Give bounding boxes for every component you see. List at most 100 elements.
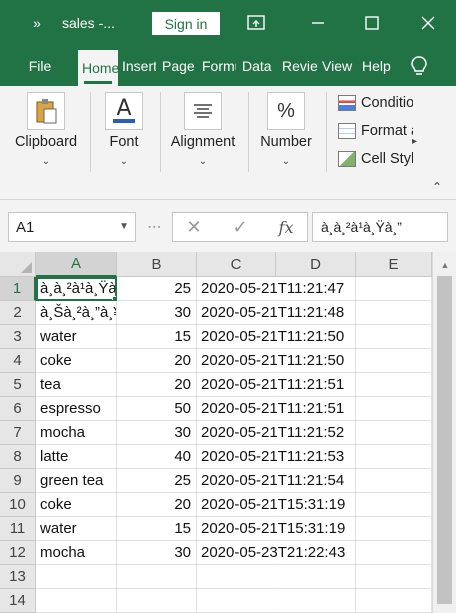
cell-a8[interactable]: latte bbox=[36, 445, 117, 469]
cell-a11[interactable]: water bbox=[36, 517, 117, 541]
cell-a4[interactable]: coke bbox=[36, 349, 117, 373]
row-header[interactable]: 2 bbox=[0, 301, 36, 325]
cell-a14[interactable] bbox=[36, 589, 117, 613]
row-header[interactable]: 13 bbox=[0, 565, 36, 589]
tab-view[interactable]: View bbox=[320, 46, 358, 86]
cell-c14[interactable] bbox=[197, 589, 276, 613]
tab-home[interactable]: Home bbox=[78, 50, 118, 86]
cell-e14[interactable] bbox=[356, 589, 432, 613]
row-header[interactable]: 14 bbox=[0, 589, 36, 613]
cell-c8[interactable]: 2020-05-21T11:21:53 bbox=[197, 445, 344, 469]
cancel-icon[interactable]: ✕ bbox=[179, 213, 209, 241]
row-header[interactable]: 6 bbox=[0, 397, 36, 421]
cell-a9[interactable]: green tea bbox=[36, 469, 117, 493]
cell-c1[interactable]: 2020-05-21T11:21:47 bbox=[197, 277, 344, 301]
font-group[interactable]: A Font ⌄ bbox=[96, 86, 152, 196]
cell-e10[interactable] bbox=[356, 493, 432, 517]
scroll-up-icon[interactable]: ▲ bbox=[433, 258, 456, 272]
worksheet-grid[interactable]: A B C D E 1à¸à¸²à¹à¸Ÿà¸”252020-05-21T11:… bbox=[0, 252, 456, 613]
format-as-table-button[interactable]: Format as Table bbox=[338, 120, 413, 142]
cell-b8[interactable]: 40 bbox=[117, 445, 197, 469]
cell-a7[interactable]: mocha bbox=[36, 421, 117, 445]
cell-c6[interactable]: 2020-05-21T11:21:51 bbox=[197, 397, 344, 421]
conditional-formatting-button[interactable]: Conditional Formatting bbox=[338, 92, 413, 114]
row-header[interactable]: 10 bbox=[0, 493, 36, 517]
row-header[interactable]: 9 bbox=[0, 469, 36, 493]
close-icon[interactable] bbox=[408, 0, 448, 46]
column-header-d[interactable]: D bbox=[276, 252, 356, 277]
cell-c2[interactable]: 2020-05-21T11:21:48 bbox=[197, 301, 344, 325]
cell-e2[interactable] bbox=[356, 301, 432, 325]
cell-c5[interactable]: 2020-05-21T11:21:51 bbox=[197, 373, 344, 397]
cell-a6[interactable]: espresso bbox=[36, 397, 117, 421]
tab-help[interactable]: Help bbox=[360, 46, 398, 86]
cell-c10[interactable]: 2020-05-21T15:31:19 bbox=[197, 493, 345, 517]
row-header[interactable]: 4 bbox=[0, 349, 36, 373]
cell-a12[interactable]: mocha bbox=[36, 541, 117, 565]
row-header[interactable]: 12 bbox=[0, 541, 36, 565]
formula-input[interactable]: à¸à¸²à¹à¸Ÿà¸” bbox=[312, 212, 448, 242]
select-all-button[interactable] bbox=[0, 252, 36, 277]
cell-e12[interactable] bbox=[356, 541, 432, 565]
cell-e6[interactable] bbox=[356, 397, 432, 421]
cell-e13[interactable] bbox=[356, 565, 432, 589]
cell-c13[interactable] bbox=[197, 565, 276, 589]
cell-c7[interactable]: 2020-05-21T11:21:52 bbox=[197, 421, 344, 445]
cell-b4[interactable]: 20 bbox=[117, 349, 197, 373]
cell-b10[interactable]: 20 bbox=[117, 493, 197, 517]
cell-c4[interactable]: 2020-05-21T11:21:50 bbox=[197, 349, 344, 373]
clipboard-group[interactable]: Clipboard ⌄ bbox=[8, 86, 84, 196]
cell-d14[interactable] bbox=[276, 589, 356, 613]
name-box[interactable]: A1 ▼ bbox=[8, 212, 136, 242]
column-header-b[interactable]: B bbox=[117, 252, 197, 277]
ribbon-scroll-right-icon[interactable]: ▸ bbox=[412, 136, 417, 147]
cell-e11[interactable] bbox=[356, 517, 432, 541]
cell-c11[interactable]: 2020-05-21T15:31:19 bbox=[197, 517, 345, 541]
cell-b7[interactable]: 30 bbox=[117, 421, 197, 445]
insert-function-icon[interactable]: fx bbox=[271, 213, 301, 241]
cell-a5[interactable]: tea bbox=[36, 373, 117, 397]
cell-a1[interactable]: à¸à¸²à¹à¸Ÿà¸” bbox=[36, 277, 117, 301]
tab-file[interactable]: File bbox=[20, 46, 60, 86]
cell-e8[interactable] bbox=[356, 445, 432, 469]
collapse-ribbon-icon[interactable]: ⌃ bbox=[432, 180, 442, 194]
quick-access-chevron-icon[interactable]: » bbox=[22, 0, 52, 46]
lightbulb-icon[interactable] bbox=[404, 46, 434, 86]
cell-b11[interactable]: 15 bbox=[117, 517, 197, 541]
row-header[interactable]: 8 bbox=[0, 445, 36, 469]
row-header[interactable]: 7 bbox=[0, 421, 36, 445]
cell-b9[interactable]: 25 bbox=[117, 469, 197, 493]
cell-e1[interactable] bbox=[356, 277, 432, 301]
row-header[interactable]: 11 bbox=[0, 517, 36, 541]
formula-bar-resize-handle[interactable]: ⋮ bbox=[147, 220, 163, 233]
chevron-down-icon[interactable]: ▼ bbox=[119, 221, 129, 232]
cell-b14[interactable] bbox=[117, 589, 197, 613]
column-header-a[interactable]: A bbox=[36, 252, 117, 277]
cell-d13[interactable] bbox=[276, 565, 356, 589]
cell-a3[interactable]: water bbox=[36, 325, 117, 349]
cell-b13[interactable] bbox=[117, 565, 197, 589]
ribbon-display-options-icon[interactable] bbox=[236, 0, 276, 46]
tab-data[interactable]: Data bbox=[240, 46, 276, 86]
cell-e5[interactable] bbox=[356, 373, 432, 397]
cell-b1[interactable]: 25 bbox=[117, 277, 197, 301]
row-header[interactable]: 1 bbox=[0, 277, 36, 301]
column-header-c[interactable]: C bbox=[197, 252, 276, 277]
cell-b2[interactable]: 30 bbox=[117, 301, 197, 325]
cell-c3[interactable]: 2020-05-21T11:21:50 bbox=[197, 325, 344, 349]
maximize-icon[interactable] bbox=[352, 0, 392, 46]
vertical-scrollbar[interactable]: ▲ bbox=[432, 252, 456, 613]
cell-b3[interactable]: 15 bbox=[117, 325, 197, 349]
minimize-icon[interactable] bbox=[298, 0, 338, 46]
number-group[interactable]: % Number ⌄ bbox=[254, 86, 318, 196]
row-header[interactable]: 5 bbox=[0, 373, 36, 397]
tab-formulas[interactable]: Formulas bbox=[200, 46, 236, 86]
cell-c12[interactable]: 2020-05-23T21:22:43 bbox=[197, 541, 345, 565]
tab-insert[interactable]: Insert bbox=[120, 46, 156, 86]
cell-a2[interactable]: à¸Šà¸²à¸”à¸¥ bbox=[36, 301, 117, 325]
row-header[interactable]: 3 bbox=[0, 325, 36, 349]
cell-e9[interactable] bbox=[356, 469, 432, 493]
sign-in-button[interactable]: Sign in bbox=[152, 12, 220, 35]
column-header-e[interactable]: E bbox=[356, 252, 432, 277]
cell-b6[interactable]: 50 bbox=[117, 397, 197, 421]
